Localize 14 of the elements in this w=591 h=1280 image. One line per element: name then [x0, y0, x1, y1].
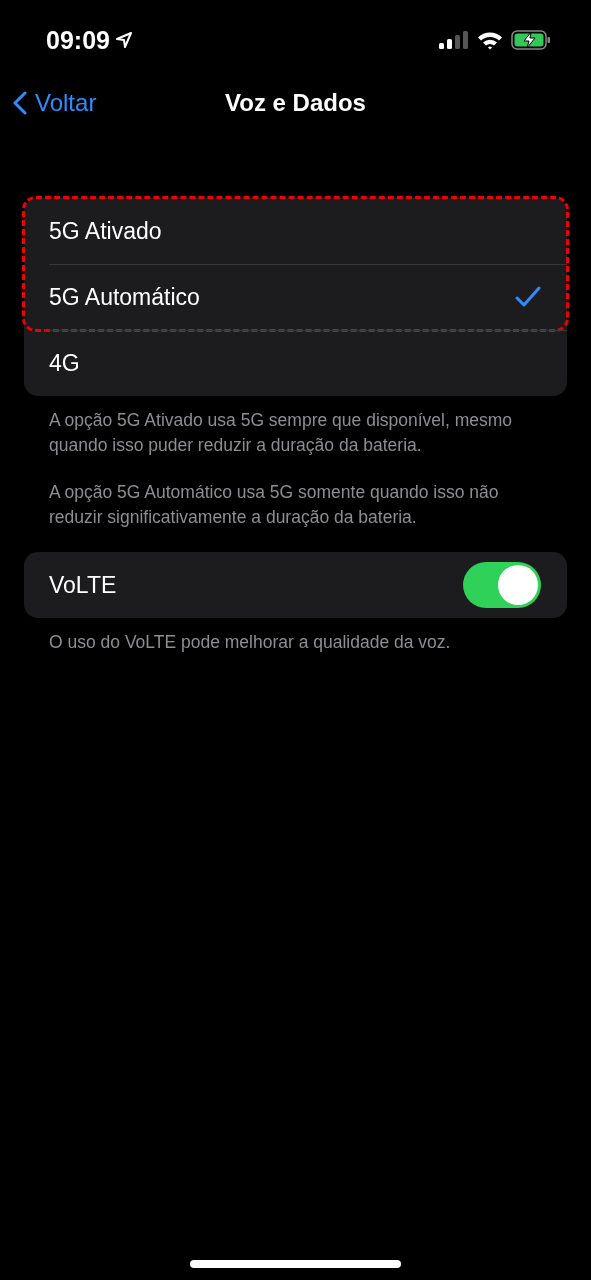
- footer-note: A opção 5G Ativado usa 5G sempre que disponível, mesmo quando isso puder reduzir a duração da bateria.: [49, 409, 514, 457]
- network-option[interactable]: 5G Ativado: [24, 198, 567, 264]
- chevron-left-icon: [13, 91, 27, 115]
- footer-note: A opção 5G Automático usa 5G somente quando isso não reduzir significativamente a duração da bateria.: [49, 481, 500, 529]
- footer-note: O uso do VoLTE pode melhorar a qualidade da voz.: [48, 631, 452, 654]
- back-button[interactable]: Voltar: [0, 89, 97, 117]
- signal-icon: [439, 31, 469, 49]
- volte-toggle[interactable]: [463, 562, 541, 608]
- clock-time: 09:09: [46, 25, 110, 55]
- setting-label: VoLTE: [49, 571, 117, 599]
- network-option[interactable]: 4G: [24, 330, 567, 396]
- wifi-icon: [477, 30, 503, 50]
- screen-title: Voz e Dados: [225, 89, 366, 117]
- network-option[interactable]: 5G Automático: [24, 264, 567, 330]
